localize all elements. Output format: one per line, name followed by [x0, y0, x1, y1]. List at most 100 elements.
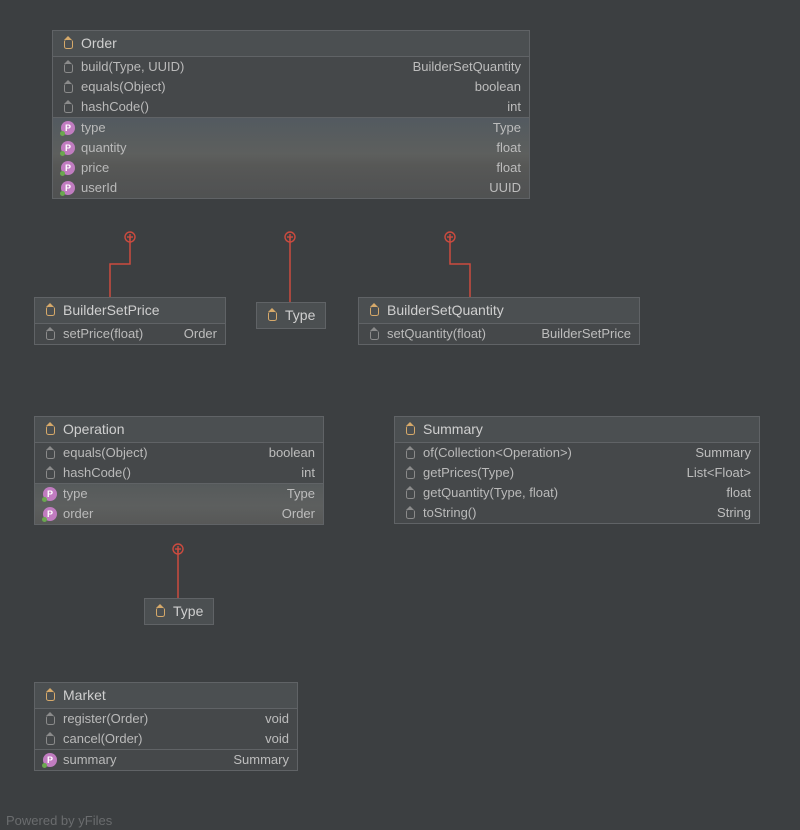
property-row: P price float — [53, 158, 529, 178]
property-name: userId — [81, 180, 117, 195]
method-type: List<Float> — [687, 465, 751, 480]
property-icon: P — [61, 181, 75, 195]
method-row: of(Collection<Operation>) Summary — [395, 443, 759, 463]
method-name: equals(Object) — [81, 79, 166, 94]
method-name: of(Collection<Operation>) — [423, 445, 572, 460]
method-row: setPrice(float) Order — [35, 324, 225, 344]
class-builder-set-quantity[interactable]: BuilderSetQuantity setQuantity(float) Bu… — [358, 297, 640, 345]
java-method-icon — [43, 466, 57, 480]
method-row: build(Type, UUID) BuilderSetQuantity — [53, 57, 529, 77]
class-name: Market — [63, 687, 106, 703]
class-name: Order — [81, 35, 117, 51]
property-icon: P — [43, 753, 57, 767]
class-title: Type — [257, 303, 325, 328]
method-row: register(Order) void — [35, 709, 297, 729]
property-name: summary — [63, 752, 116, 767]
java-method-icon — [43, 712, 57, 726]
property-row: P userId UUID — [53, 178, 529, 198]
class-title: Summary — [395, 417, 759, 443]
property-type: float — [496, 160, 521, 175]
method-row: toString() String — [395, 503, 759, 523]
method-row: setQuantity(float) BuilderSetPrice — [359, 324, 639, 344]
class-name: Type — [173, 603, 203, 619]
property-icon: P — [43, 487, 57, 501]
java-class-icon — [403, 422, 417, 436]
method-row: getPrices(Type) List<Float> — [395, 463, 759, 483]
java-method-icon — [61, 80, 75, 94]
class-name: Summary — [423, 421, 483, 437]
property-row: P summary Summary — [35, 750, 297, 770]
method-name: hashCode() — [63, 465, 131, 480]
class-name: BuilderSetQuantity — [387, 302, 504, 318]
class-market[interactable]: Market register(Order) void cancel(Order… — [34, 682, 298, 771]
method-row: hashCode() int — [35, 463, 323, 483]
method-name: getPrices(Type) — [423, 465, 514, 480]
java-method-icon — [61, 60, 75, 74]
property-type: Type — [287, 486, 315, 501]
method-name: register(Order) — [63, 711, 148, 726]
class-title: Operation — [35, 417, 323, 443]
method-type: String — [717, 505, 751, 520]
java-class-icon — [43, 422, 57, 436]
property-name: order — [63, 506, 93, 521]
class-title: BuilderSetPrice — [35, 298, 225, 324]
method-row: hashCode() int — [53, 97, 529, 117]
method-name: toString() — [423, 505, 476, 520]
java-method-icon — [43, 327, 57, 341]
property-name: price — [81, 160, 109, 175]
method-type: Summary — [695, 445, 751, 460]
class-name: Operation — [63, 421, 124, 437]
java-class-icon — [43, 303, 57, 317]
class-type-operation[interactable]: Type — [144, 598, 214, 625]
property-name: quantity — [81, 140, 127, 155]
class-title: Market — [35, 683, 297, 709]
property-row: P order Order — [35, 504, 323, 524]
property-type: UUID — [489, 180, 521, 195]
java-method-icon — [43, 446, 57, 460]
method-name: setPrice(float) — [63, 326, 143, 341]
method-row: getQuantity(Type, float) float — [395, 483, 759, 503]
method-name: hashCode() — [81, 99, 149, 114]
method-type: Order — [184, 326, 217, 341]
method-type: void — [265, 731, 289, 746]
diagram-canvas: Order build(Type, UUID) BuilderSetQuanti… — [0, 0, 800, 830]
java-class-icon — [61, 36, 75, 50]
java-method-icon — [43, 732, 57, 746]
method-row: equals(Object) boolean — [35, 443, 323, 463]
class-order[interactable]: Order build(Type, UUID) BuilderSetQuanti… — [52, 30, 530, 199]
method-type: float — [726, 485, 751, 500]
java-class-icon — [265, 308, 279, 322]
footer-credit: Powered by yFiles — [6, 813, 112, 828]
method-type: boolean — [475, 79, 521, 94]
class-type-order[interactable]: Type — [256, 302, 326, 329]
property-type: Type — [493, 120, 521, 135]
property-row: P type Type — [53, 118, 529, 138]
property-row: P type Type — [35, 484, 323, 504]
property-type: float — [496, 140, 521, 155]
java-method-icon — [61, 100, 75, 114]
property-type: Summary — [233, 752, 289, 767]
java-class-icon — [43, 688, 57, 702]
class-builder-set-price[interactable]: BuilderSetPrice setPrice(float) Order — [34, 297, 226, 345]
java-method-icon — [367, 327, 381, 341]
java-method-icon — [403, 486, 417, 500]
class-summary[interactable]: Summary of(Collection<Operation>) Summar… — [394, 416, 760, 524]
method-name: cancel(Order) — [63, 731, 142, 746]
property-type: Order — [282, 506, 315, 521]
method-type: int — [507, 99, 521, 114]
property-name: type — [81, 120, 106, 135]
class-name: BuilderSetPrice — [63, 302, 160, 318]
method-name: getQuantity(Type, float) — [423, 485, 558, 500]
java-class-icon — [153, 604, 167, 618]
method-type: void — [265, 711, 289, 726]
property-name: type — [63, 486, 88, 501]
method-type: boolean — [269, 445, 315, 460]
method-name: build(Type, UUID) — [81, 59, 184, 74]
java-class-icon — [367, 303, 381, 317]
property-icon: P — [43, 507, 57, 521]
property-row: P quantity float — [53, 138, 529, 158]
java-method-icon — [403, 506, 417, 520]
class-operation[interactable]: Operation equals(Object) boolean hashCod… — [34, 416, 324, 525]
method-type: BuilderSetPrice — [541, 326, 631, 341]
property-icon: P — [61, 121, 75, 135]
